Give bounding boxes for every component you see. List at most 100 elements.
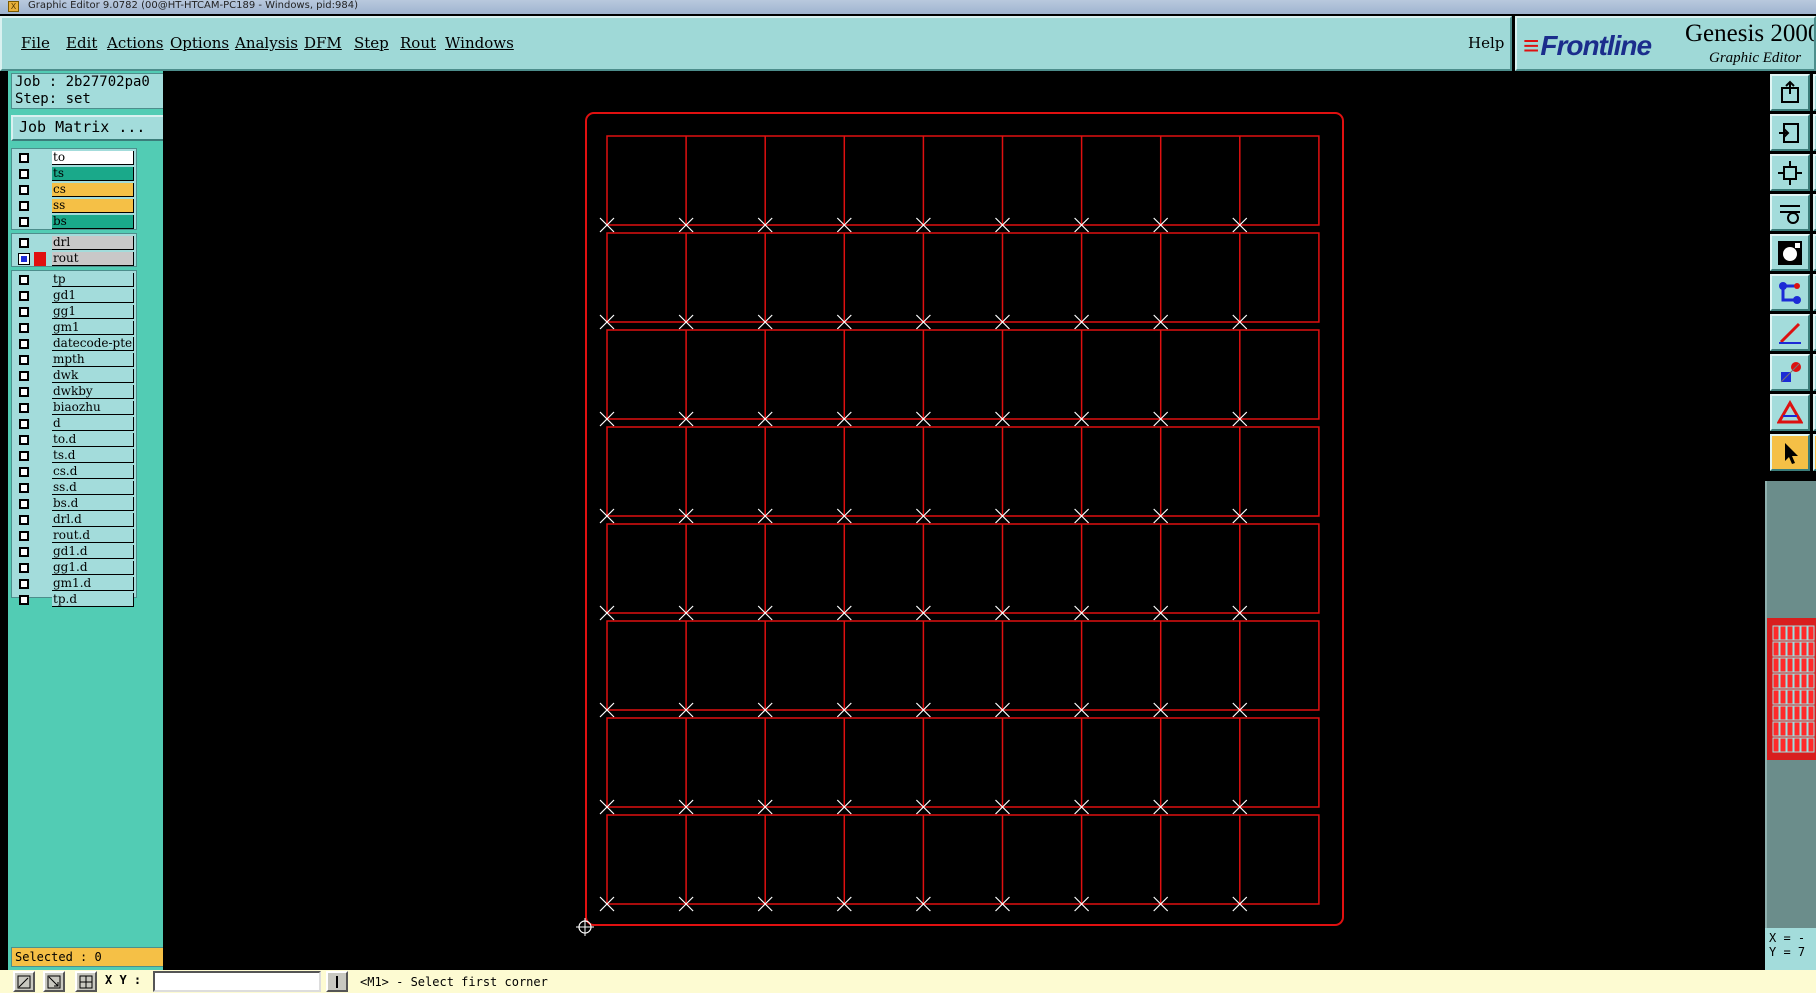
grid-button[interactable] (75, 971, 97, 992)
layer-checkbox[interactable] (19, 201, 29, 211)
layer-name[interactable]: ss (52, 199, 134, 213)
layer-row-gd1[interactable]: gd1 (12, 288, 136, 303)
layer-row-dwk[interactable]: dwk (12, 368, 136, 383)
layer-row-rout[interactable]: rout (12, 251, 136, 266)
layer-name[interactable]: drl.d (52, 513, 134, 527)
display-tool[interactable] (1770, 234, 1810, 271)
layer-row-datecode-pte[interactable]: datecode-pte (12, 336, 136, 351)
layer-checkbox[interactable] (19, 355, 29, 365)
layer-name[interactable]: to (52, 151, 134, 165)
xy-input[interactable] (153, 971, 321, 992)
layer-name[interactable]: cs (52, 183, 134, 197)
layer-name[interactable]: ts.d (52, 449, 134, 463)
layer-checkbox[interactable] (19, 185, 29, 195)
layer-row-ts-d[interactable]: ts.d (12, 448, 136, 463)
layer-checkbox[interactable] (19, 323, 29, 333)
measure-tool[interactable] (1770, 314, 1810, 351)
layer-row-cs-d[interactable]: cs.d (12, 464, 136, 479)
layer-checkbox[interactable] (19, 238, 29, 248)
layer-name[interactable]: bs.d (52, 497, 134, 511)
layer-checkbox[interactable] (19, 467, 29, 477)
layer-name[interactable]: rout.d (52, 529, 134, 543)
snap-tool[interactable] (1770, 354, 1810, 391)
layer-row-rout-d[interactable]: rout.d (12, 528, 136, 543)
layer-row-biaozhu[interactable]: biaozhu (12, 400, 136, 415)
layer-row-ss-d[interactable]: ss.d (12, 480, 136, 495)
menu-windows[interactable]: Windows (445, 34, 514, 52)
layer-checkbox[interactable] (19, 499, 29, 509)
layer-row-d[interactable]: d (12, 416, 136, 431)
layer-row-tp[interactable]: tp (12, 272, 136, 287)
layer-name[interactable]: tp.d (52, 593, 134, 607)
layer-name[interactable]: gg1 (52, 305, 134, 319)
graphic-canvas[interactable] (163, 71, 1765, 970)
zoom-back-button[interactable] (13, 971, 35, 992)
drc-tool[interactable] (1770, 394, 1810, 431)
layer-checkbox[interactable] (19, 339, 29, 349)
menu-options[interactable]: Options (170, 34, 229, 52)
menu-rout[interactable]: Rout (400, 34, 436, 52)
layer-name[interactable]: mpth (52, 353, 134, 367)
pointer-tool[interactable] (1770, 434, 1810, 471)
layer-checkbox[interactable] (19, 307, 29, 317)
layer-checkbox[interactable] (19, 579, 29, 589)
layer-name[interactable]: ts (52, 167, 134, 181)
layer-checkbox[interactable] (19, 531, 29, 541)
layer-row-bs[interactable]: bs (12, 214, 136, 229)
layer-row-gg1-d[interactable]: gg1.d (12, 560, 136, 575)
layer-row-mpth[interactable]: mpth (12, 352, 136, 367)
layer-name[interactable]: d (52, 417, 134, 431)
tools-tool[interactable] (1770, 194, 1810, 231)
menu-file[interactable]: File (21, 34, 50, 52)
layer-name[interactable]: datecode-pte (52, 337, 134, 351)
layer-row-cs[interactable]: cs (12, 182, 136, 197)
layer-name[interactable]: ss.d (52, 481, 134, 495)
layer-name[interactable]: tp (52, 273, 134, 287)
layer-checkbox[interactable] (19, 563, 29, 573)
layer-row-drl[interactable]: drl (12, 235, 136, 250)
layer-checkbox[interactable] (19, 217, 29, 227)
layer-name[interactable]: cs.d (52, 465, 134, 479)
layer-checkbox[interactable] (19, 451, 29, 461)
layer-row-gg1[interactable]: gg1 (12, 304, 136, 319)
menu-help[interactable]: Help (1468, 34, 1504, 52)
layer-name[interactable]: gm1 (52, 321, 134, 335)
menu-step[interactable]: Step (354, 34, 389, 52)
layer-checkbox[interactable] (19, 419, 29, 429)
layer-name[interactable]: dwk (52, 369, 134, 383)
menu-edit[interactable]: Edit (66, 34, 97, 52)
layer-checkbox[interactable] (19, 515, 29, 525)
layer-name[interactable]: gg1.d (52, 561, 134, 575)
layer-row-tp-d[interactable]: tp.d (12, 592, 136, 607)
fit-tool[interactable] (1770, 114, 1810, 151)
layer-row-ss[interactable]: ss (12, 198, 136, 213)
layer-row-dwkby[interactable]: dwkby (12, 384, 136, 399)
overview-thumbnail[interactable] (1767, 618, 1816, 760)
layer-checkbox[interactable] (18, 253, 30, 265)
layer-checkbox[interactable] (19, 275, 29, 285)
layer-name[interactable]: bs (52, 215, 134, 229)
layer-checkbox[interactable] (19, 371, 29, 381)
layer-checkbox[interactable] (19, 291, 29, 301)
layer-checkbox[interactable] (19, 153, 29, 163)
menu-actions[interactable]: Actions (107, 34, 163, 52)
layer-checkbox[interactable] (19, 595, 29, 605)
layer-name[interactable]: gd1 (52, 289, 134, 303)
layer-row-ts[interactable]: ts (12, 166, 136, 181)
layer-checkbox[interactable] (19, 483, 29, 493)
layer-checkbox[interactable] (19, 547, 29, 557)
layer-row-to[interactable]: to (12, 150, 136, 165)
layer-name[interactable]: to.d (52, 433, 134, 447)
layer-name[interactable]: gd1.d (52, 545, 134, 559)
layer-name[interactable]: biaozhu (52, 401, 134, 415)
layer-name[interactable]: gm1.d (52, 577, 134, 591)
layer-checkbox[interactable] (19, 387, 29, 397)
layer-name[interactable]: drl (52, 236, 134, 250)
snapshot-tool[interactable] (1770, 74, 1810, 111)
zoom-select-button[interactable] (43, 971, 65, 992)
connect-tool[interactable] (1770, 274, 1810, 311)
layer-row-to-d[interactable]: to.d (12, 432, 136, 447)
menu-analysis[interactable]: Analysis (235, 34, 298, 52)
zoom-home-tool[interactable] (1770, 154, 1810, 191)
layer-name[interactable]: rout (52, 252, 134, 266)
